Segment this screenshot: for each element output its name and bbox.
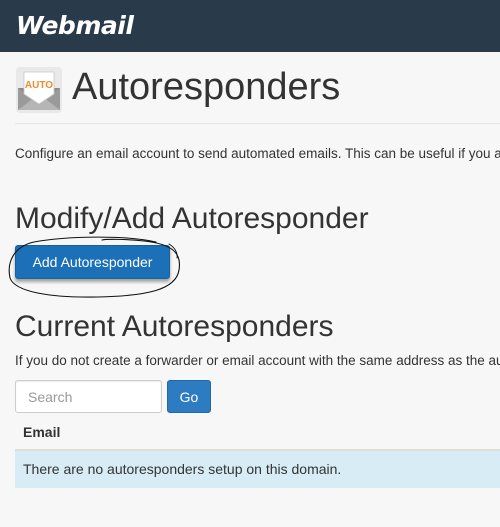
title-divider [15,123,500,124]
webmail-logo[interactable]: Webmail [16,11,134,41]
page-title: Autoresponders [72,66,341,108]
forwarder-help-text: If you do not create a forwarder or emai… [15,353,500,368]
email-column-header[interactable]: Email [23,424,60,440]
top-header-bar: Webmail [0,0,500,52]
table-header: Email [15,419,500,451]
current-autoresponders-heading: Current Autoresponders [15,310,334,343]
empty-table-row: There are no autoresponders setup on thi… [15,451,500,488]
add-autoresponder-button[interactable]: Add Autoresponder [15,245,170,279]
envelope-auto-icon-graphic: AUTO [16,67,62,113]
page-description: Configure an email account to send autom… [15,146,500,161]
no-autoresponders-message: There are no autoresponders setup on thi… [23,461,342,477]
envelope-auto-icon: AUTO [15,66,63,114]
modify-add-heading: Modify/Add Autoresponder [15,202,369,235]
icon-auto-label: AUTO [25,80,53,91]
search-input[interactable] [15,380,162,413]
go-button[interactable]: Go [167,380,211,413]
